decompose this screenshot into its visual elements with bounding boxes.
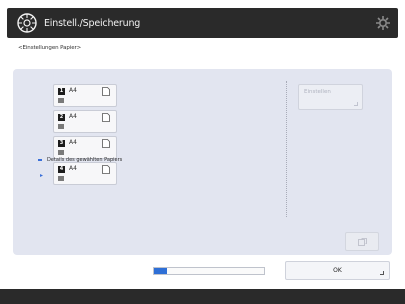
paper-sheet-icon bbox=[102, 87, 110, 96]
status-bar bbox=[0, 289, 405, 304]
progress-bar-fill bbox=[154, 268, 168, 274]
drawer-number-badge: 2 bbox=[58, 114, 65, 121]
corner-arrow-icon bbox=[354, 102, 358, 106]
progress-bar bbox=[153, 267, 265, 275]
corner-arrow-icon bbox=[380, 271, 384, 275]
gear-icon[interactable] bbox=[375, 15, 391, 31]
paper-details-button[interactable] bbox=[345, 232, 379, 251]
paper-sheet-icon bbox=[102, 165, 110, 174]
paper-sheet-icon bbox=[102, 113, 110, 122]
paper-level-icon bbox=[58, 124, 64, 129]
paper-size-label: A4 bbox=[69, 87, 77, 94]
details-arrow-icon: ▸ bbox=[40, 172, 44, 179]
title-bar: Einstell./Speicherung bbox=[7, 8, 398, 38]
drawer-number-badge: 3 bbox=[58, 140, 65, 147]
paper-level-icon bbox=[58, 150, 64, 155]
ok-button[interactable]: OK bbox=[285, 261, 390, 280]
paper-drawer-4[interactable]: 4 A4 bbox=[53, 162, 117, 185]
bullet-icon bbox=[38, 159, 42, 161]
details-label-row: Details des gewählten Papiers bbox=[38, 157, 122, 163]
paper-level-icon bbox=[58, 176, 64, 181]
paper-details-icon bbox=[358, 238, 367, 246]
paper-drawer-3[interactable]: 3 A4 bbox=[53, 136, 117, 159]
paper-size-label: A4 bbox=[69, 165, 77, 172]
page-title: Einstell./Speicherung bbox=[44, 17, 141, 29]
settings-registration-icon bbox=[17, 13, 37, 33]
paper-drawer-1[interactable]: 1 A4 bbox=[53, 84, 117, 107]
paper-level-icon bbox=[58, 98, 64, 103]
drawer-number-badge: 4 bbox=[58, 166, 65, 173]
settings-button[interactable]: Einstellen bbox=[298, 84, 363, 110]
panel-divider bbox=[286, 81, 287, 217]
settings-button-label: Einstellen bbox=[304, 89, 331, 95]
details-label: Details des gewählten Papiers bbox=[47, 157, 123, 163]
ok-button-label: OK bbox=[333, 267, 342, 274]
paper-drawer-2[interactable]: 2 A4 bbox=[53, 110, 117, 133]
paper-sheet-icon bbox=[102, 139, 110, 148]
drawer-number-badge: 1 bbox=[58, 88, 65, 95]
paper-size-label: A4 bbox=[69, 139, 77, 146]
paper-size-label: A4 bbox=[69, 113, 77, 120]
screen-subtitle: <Einstellungen Papier> bbox=[18, 45, 82, 51]
